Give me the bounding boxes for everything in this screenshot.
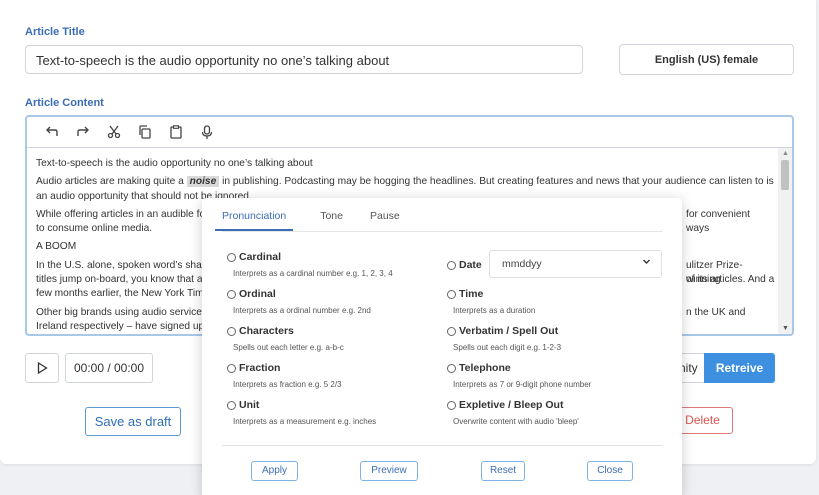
save-draft-button[interactable]: Save as draft <box>85 407 181 436</box>
microphone-icon[interactable] <box>191 121 222 143</box>
play-icon <box>37 362 48 374</box>
preview-button[interactable]: Preview <box>360 461 418 481</box>
popup-divider <box>222 445 663 446</box>
play-button[interactable] <box>25 353 59 383</box>
article-title-label: Article Title <box>25 26 85 38</box>
option-telephone[interactable]: Telephone Interprets as 7 or 9-digit pho… <box>447 362 591 389</box>
tab-pronunciation[interactable]: Pronunciation <box>215 210 294 231</box>
chevron-down-icon <box>642 257 651 269</box>
playback-time: 00:00 / 00:00 <box>65 353 153 383</box>
option-verbatim[interactable]: Verbatim / Spell Out Spells out each dig… <box>447 325 561 352</box>
radio-button[interactable] <box>447 260 456 270</box>
radio-button[interactable] <box>227 289 236 299</box>
scroll-down-icon[interactable]: ▼ <box>782 325 789 332</box>
editor-toolbar <box>27 117 792 148</box>
undo-icon[interactable] <box>36 121 67 143</box>
scroll-up-icon[interactable]: ▲ <box>782 150 789 157</box>
reset-button[interactable]: Reset <box>481 461 525 481</box>
option-characters[interactable]: Characters Spells out each letter e.g. a… <box>227 325 344 352</box>
radio-button[interactable] <box>227 252 236 262</box>
editor-scrollbar[interactable]: ▲ ▼ <box>778 148 792 334</box>
highlighted-word[interactable]: noise <box>186 176 220 188</box>
content-paragraph: Text-to-speech is the audio opportunity … <box>36 158 313 169</box>
option-cardinal[interactable]: Cardinal Interprets as a cardinal number… <box>227 251 393 278</box>
radio-button[interactable] <box>227 363 236 373</box>
article-title-input[interactable]: Text-to-speech is the audio opportunity … <box>25 45 583 74</box>
apply-button[interactable]: Apply <box>251 461 298 481</box>
popup-tabs: Pronunciation Tone Pause <box>215 210 400 231</box>
radio-button[interactable] <box>447 363 456 373</box>
date-format-select[interactable]: mmddyy <box>489 250 662 278</box>
redo-icon[interactable] <box>67 121 98 143</box>
close-button[interactable]: Close <box>587 461 633 481</box>
retrieve-button[interactable]: Retreive <box>704 353 775 383</box>
voice-select-button[interactable]: English (US) female <box>619 44 794 75</box>
option-ordinal[interactable]: Ordinal Interprets as a ordinal number e… <box>227 288 371 315</box>
tabs-divider <box>222 231 663 232</box>
option-unit[interactable]: Unit Interprets as a measurement e.g. in… <box>227 399 376 426</box>
option-time[interactable]: Time Interprets as a duration <box>447 288 535 315</box>
radio-button[interactable] <box>447 400 456 410</box>
cut-icon[interactable] <box>98 121 129 143</box>
scrollbar-thumb[interactable] <box>781 160 789 190</box>
radio-button[interactable] <box>447 289 456 299</box>
tab-tone[interactable]: Tone <box>320 210 343 231</box>
radio-button[interactable] <box>227 326 236 336</box>
tab-pause[interactable]: Pause <box>370 210 400 231</box>
paste-icon[interactable] <box>160 121 191 143</box>
copy-icon[interactable] <box>129 121 160 143</box>
option-expletive[interactable]: Expletive / Bleep Out Overwrite content … <box>447 399 579 426</box>
radio-button[interactable] <box>227 400 236 410</box>
option-date[interactable]: Date <box>447 259 482 271</box>
article-content-label: Article Content <box>25 97 104 109</box>
ssml-options-popup: Pronunciation Tone Pause Cardinal Interp… <box>202 198 682 495</box>
option-fraction[interactable]: Fraction Interprets as fraction e.g. 5 2… <box>227 362 342 389</box>
radio-button[interactable] <box>447 326 456 336</box>
